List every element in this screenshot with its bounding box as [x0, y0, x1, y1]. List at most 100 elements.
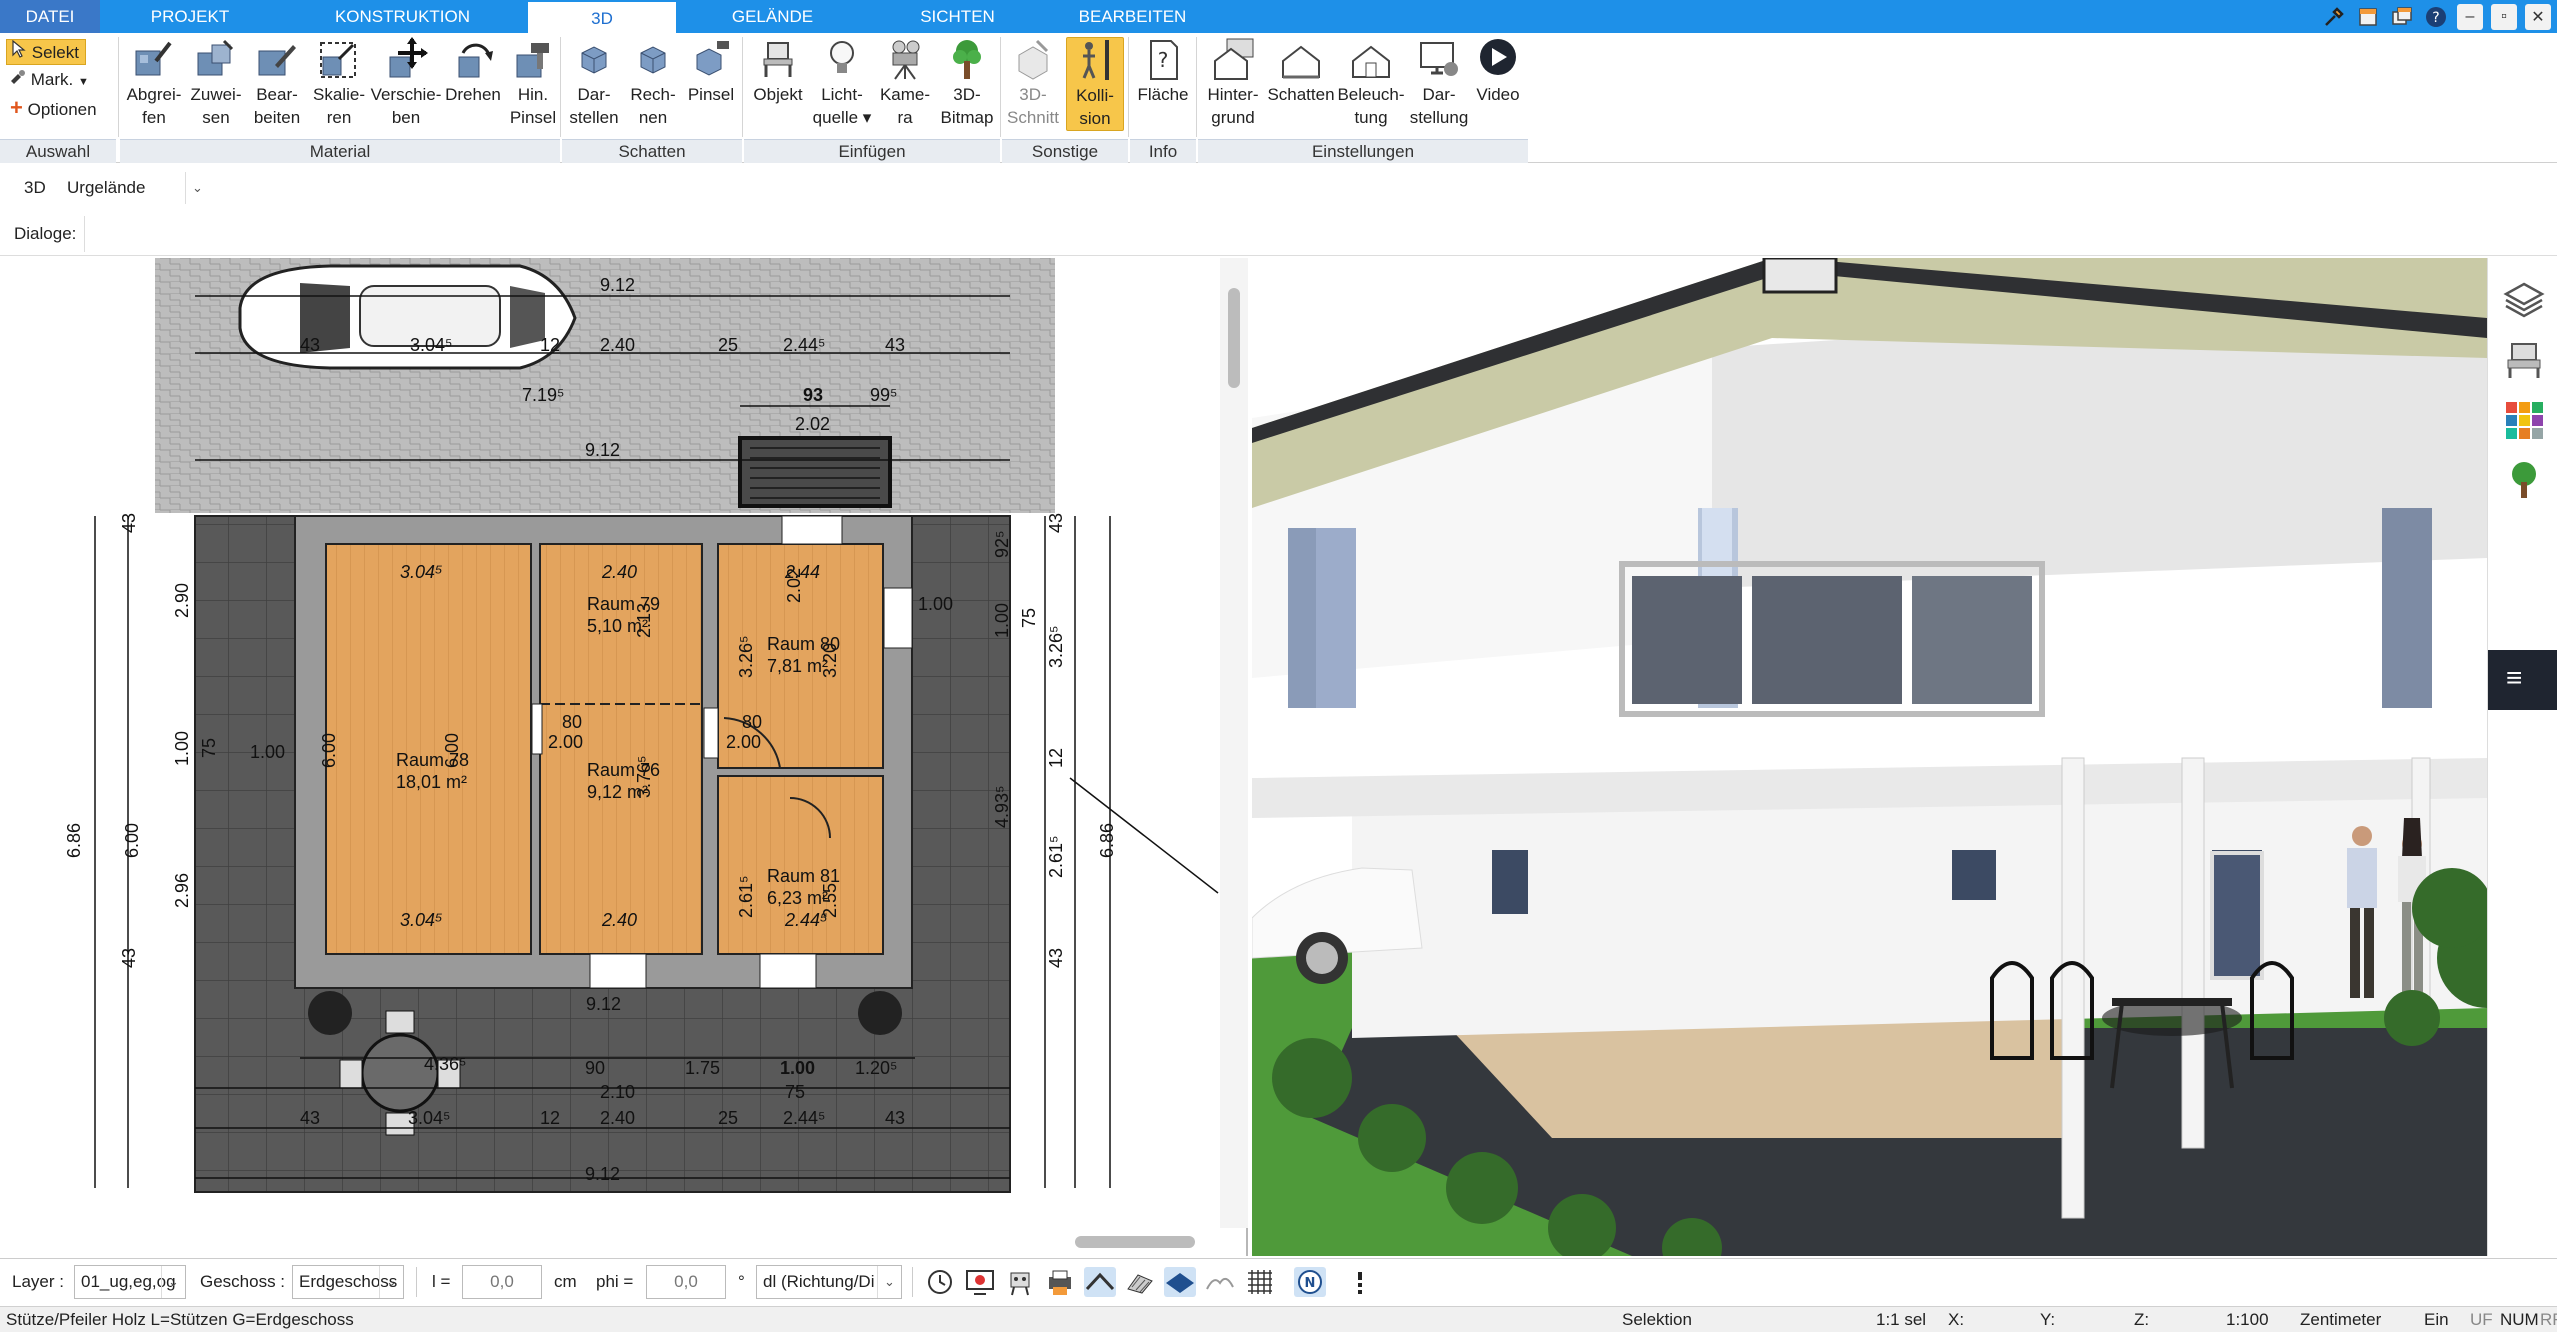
tab-projekt[interactable]: PROJEKT: [115, 0, 265, 33]
dim-202: 2.02: [795, 414, 830, 434]
materials-icon[interactable]: [2502, 398, 2546, 442]
mark-label: Mark.: [30, 70, 74, 89]
bearbeiten-button[interactable]: Bear- beiten: [246, 37, 308, 129]
room78-width-bottom: 3.04⁵: [400, 910, 443, 930]
clock-icon[interactable]: [924, 1267, 956, 1297]
optionen-button[interactable]: + Optionen: [6, 95, 103, 121]
plane-view-icon[interactable]: [1164, 1267, 1196, 1297]
3d-view[interactable]: [1252, 258, 2487, 1256]
hintergrund-label-2: grund: [1211, 108, 1255, 127]
phi-input[interactable]: 0,0: [646, 1265, 726, 1299]
schatten-button[interactable]: Schatten: [1266, 37, 1336, 106]
hatch-icon[interactable]: [1124, 1267, 1156, 1297]
3d-render-canvas[interactable]: [1252, 258, 2487, 1256]
panel-menu-button[interactable]: ≡: [2488, 650, 2557, 710]
robot-icon[interactable]: [1004, 1267, 1036, 1297]
room76-width: 2.40: [601, 910, 637, 930]
kamera-label-2: ra: [897, 108, 913, 127]
plan-horizontal-scrollbar[interactable]: [1075, 1236, 1195, 1248]
abgreifen-label-2: fen: [142, 108, 166, 127]
layer-label: Layer :: [12, 1272, 64, 1291]
dim-43a: 43: [300, 335, 320, 355]
dim-right-43b: 43: [1046, 948, 1066, 968]
help-icon[interactable]: ?: [2423, 4, 2449, 30]
close-icon[interactable]: ✕: [2525, 3, 2551, 30]
tab-gelaende[interactable]: GELÄNDE: [700, 0, 845, 33]
tab-3d[interactable]: 3D: [528, 2, 676, 33]
video-button[interactable]: Video: [1472, 37, 1524, 106]
vertical-ellipsis-icon[interactable]: [1344, 1267, 1376, 1297]
roof-view-icon[interactable]: [1084, 1267, 1116, 1297]
objekt-button[interactable]: Objekt: [746, 37, 810, 106]
floor-plan-canvas[interactable]: 9.12 3.04⁵ 43 12 2.40 25 2.44⁵ 43 7.19⁵ …: [0, 258, 1248, 1256]
group-label-einfuegen: Einfügen: [744, 139, 1000, 163]
tab-bearbeiten[interactable]: BEARBEITEN: [1040, 0, 1225, 33]
window-layout-icon[interactable]: [2355, 4, 2381, 30]
direction-select[interactable]: dl (Richtung/Di ⌄: [756, 1265, 902, 1299]
restore-icon[interactable]: ▫: [2491, 3, 2517, 30]
flaeche-button[interactable]: ? Fläche: [1132, 37, 1194, 106]
dim-right-326: 3.26⁵: [1046, 626, 1066, 669]
bottom-toolbar: Layer : 01_ug,eg,og ⌄ Geschoss : Erdgesc…: [0, 1258, 2557, 1304]
tools-icon[interactable]: [2321, 4, 2347, 30]
window-arrange-icon[interactable]: [2389, 4, 2415, 30]
group-label-info: Info: [1130, 139, 1196, 163]
furniture-icon[interactable]: [2502, 338, 2546, 382]
schnitt3d-button[interactable]: 3D- Schnitt: [1004, 37, 1062, 129]
lichtquelle-button[interactable]: Licht- quelle ▾: [810, 37, 874, 129]
group-divider: [742, 37, 743, 137]
bitmap3d-button[interactable]: 3D- Bitmap: [936, 37, 998, 129]
chair-icon: [756, 37, 800, 81]
l-input[interactable]: 0,0: [462, 1265, 542, 1299]
print-icon[interactable]: [1044, 1267, 1076, 1297]
zuweisen-label-1: Zuwei-: [190, 85, 242, 104]
zuweisen-button[interactable]: Zuwei- sen: [186, 37, 246, 129]
dim-bot-75: 75: [785, 1082, 805, 1102]
terrain-select[interactable]: Urgelände ⌄: [60, 171, 210, 205]
skalieren-button[interactable]: Skalie- ren: [308, 37, 370, 129]
kollision-button[interactable]: Kolli- sion: [1066, 37, 1124, 131]
hinpinsel-label-1: Hin.: [517, 85, 549, 104]
abgreifen-button[interactable]: Abgrei- fen: [122, 37, 186, 129]
svg-text:N: N: [1305, 1276, 1316, 1291]
hinpinsel-button[interactable]: Hin. Pinsel: [504, 37, 562, 129]
window-controls: ? – ▫ ✕: [2321, 0, 2557, 33]
drehen-button[interactable]: Drehen: [442, 37, 504, 106]
dim-7195: 7.19⁵: [522, 385, 565, 405]
room80-height-right: 3.20: [820, 643, 840, 678]
hintergrund-button[interactable]: Hinter- grund: [1200, 37, 1266, 129]
plan-vertical-scrollbar[interactable]: [1220, 258, 1248, 1228]
status-scale: 1:100: [2226, 1310, 2269, 1329]
kamera-button[interactable]: Kame- ra: [874, 37, 936, 129]
drehen-label-1: Drehen: [445, 85, 501, 104]
collision-person-icon: [1073, 38, 1117, 82]
layers-icon[interactable]: [2502, 278, 2546, 322]
minimize-icon[interactable]: –: [2457, 3, 2483, 30]
verschieben-button[interactable]: Verschie- ben: [370, 37, 442, 129]
beleuchtung-button[interactable]: Beleuch- tung: [1336, 37, 1406, 129]
monitor-icon[interactable]: [964, 1267, 996, 1297]
floor-plan-view[interactable]: 9.12 3.04⁵ 43 12 2.40 25 2.44⁵ 43 7.19⁵ …: [0, 258, 1248, 1256]
north-icon[interactable]: N: [1294, 1267, 1326, 1297]
column: [2061, 757, 2085, 1219]
plant-icon[interactable]: [2502, 458, 2546, 502]
ribbon: Selekt Mark. ▼ + Optionen Auswahl Abgrei…: [0, 33, 2557, 163]
pinsel-button[interactable]: Pinsel: [682, 37, 740, 106]
tab-sichten[interactable]: SICHTEN: [880, 0, 1035, 33]
tab-konstruktion[interactable]: KONSTRUKTION: [310, 0, 495, 33]
room-78[interactable]: [325, 543, 532, 955]
tab-datei[interactable]: DATEI: [0, 0, 100, 33]
room78-height-right: 6.00: [442, 733, 462, 768]
layer-select[interactable]: 01_ug,eg,og ⌄: [74, 1265, 186, 1299]
dim-2445a: 2.44⁵: [783, 335, 826, 355]
darstellung-button[interactable]: Dar- stellung: [1406, 37, 1472, 129]
selekt-button[interactable]: Selekt: [6, 39, 86, 65]
view-toolbar: 3D Urgelände ⌄: [0, 166, 2557, 210]
rechnen-button[interactable]: Rech- nen: [624, 37, 682, 129]
grid-icon[interactable]: [1244, 1267, 1276, 1297]
scrollbar-thumb[interactable]: [1228, 288, 1240, 388]
geschoss-select[interactable]: Erdgeschoss ⌄: [292, 1265, 404, 1299]
terrain-view-icon[interactable]: [1204, 1267, 1236, 1297]
mark-button[interactable]: Mark. ▼: [6, 67, 95, 93]
darstellen-button[interactable]: Dar- stellen: [564, 37, 624, 129]
